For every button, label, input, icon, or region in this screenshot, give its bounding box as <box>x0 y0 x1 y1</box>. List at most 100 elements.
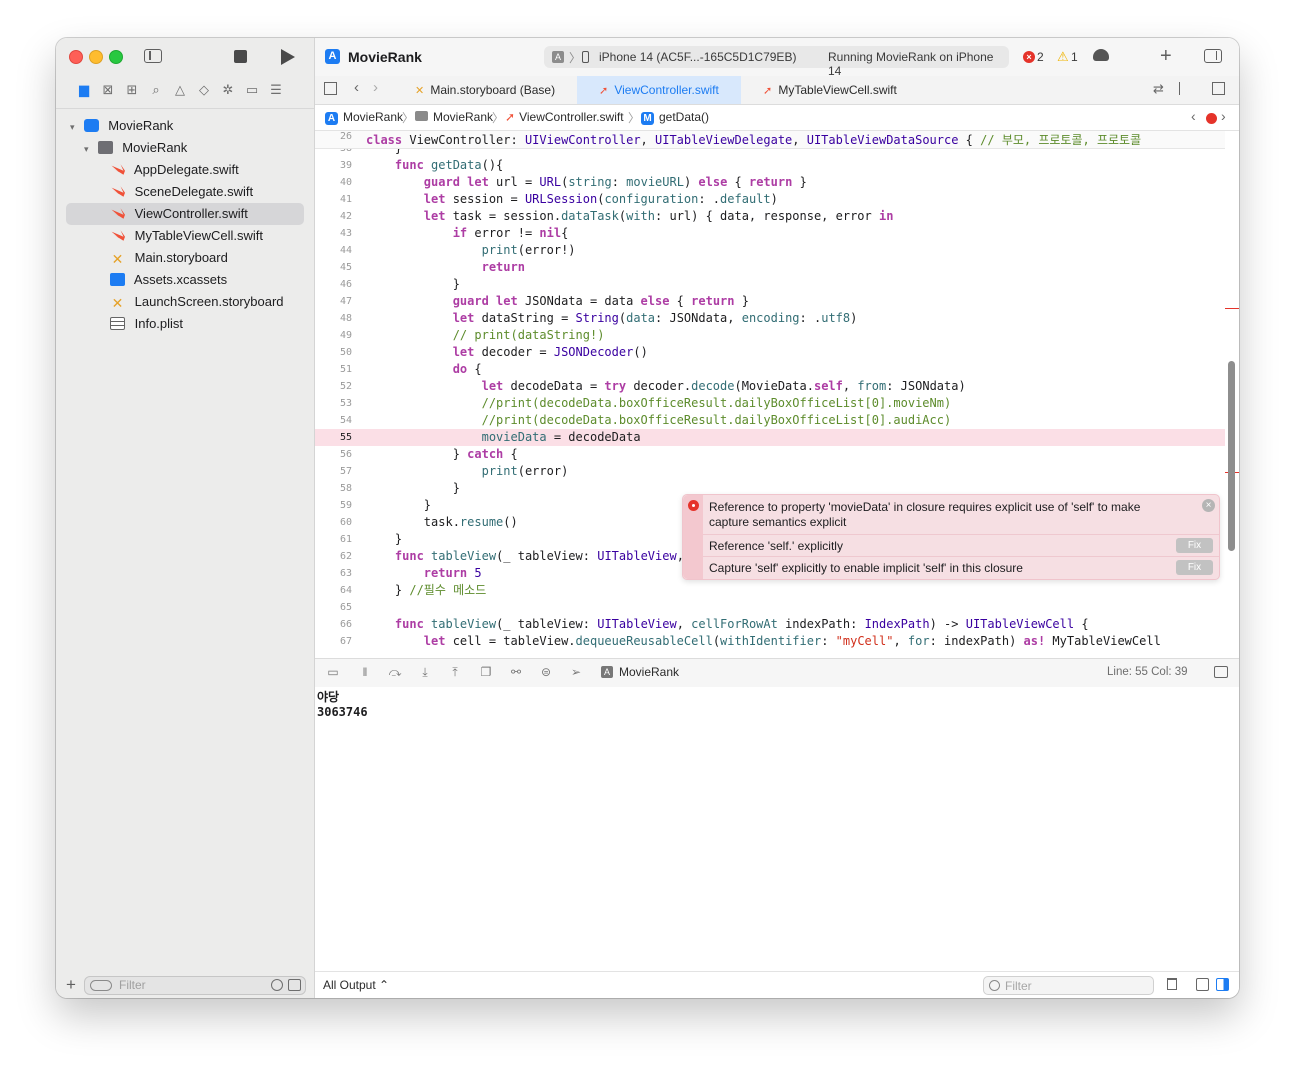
chevron-left-icon[interactable]: ‹ <box>354 79 359 96</box>
warning-count[interactable]: 1 <box>1071 50 1078 64</box>
tab-viewcontroller[interactable]: ➚ ViewController.swift <box>577 76 741 104</box>
code-line[interactable]: 64 } //필수 메소드 <box>315 582 1225 599</box>
pause-icon[interactable]: ‖ <box>358 665 372 679</box>
console-filter-input[interactable]: Filter <box>983 976 1154 995</box>
minimize-window-button[interactable] <box>89 50 103 64</box>
code-line[interactable]: 41 let session = URLSession(configuratio… <box>315 191 1225 208</box>
line-number[interactable]: 56 <box>315 446 352 463</box>
line-number[interactable]: 48 <box>315 310 352 327</box>
trash-icon[interactable] <box>1167 978 1177 990</box>
swap-icon[interactable]: ⇄ <box>1153 81 1164 97</box>
code-line[interactable]: 53 //print(decodeData.boxOfficeResult.da… <box>315 395 1225 412</box>
inspector-toggle-icon[interactable] <box>1204 49 1222 63</box>
find-icon[interactable]: ⌕ <box>148 82 164 98</box>
line-number[interactable]: 55 <box>315 429 352 446</box>
line-number[interactable]: 39 <box>315 157 352 174</box>
line-number[interactable]: 66 <box>315 616 352 633</box>
debug-target[interactable]: MovieRank <box>619 665 679 679</box>
add-editor-icon[interactable] <box>1212 82 1225 95</box>
tree-item-group[interactable]: ▾ MovieRank <box>84 137 187 159</box>
fix-it-row[interactable]: Capture 'self' explicitly to enable impl… <box>703 556 1219 579</box>
sidebar-toggle-icon[interactable] <box>144 49 162 63</box>
run-destination[interactable]: iPhone 14 (AC5F...-165C5D1C79EB) <box>599 50 796 64</box>
recent-files-icon[interactable] <box>271 979 283 991</box>
previous-issue-icon[interactable]: ‹ <box>1191 108 1196 124</box>
cloud-icon[interactable] <box>1093 49 1109 61</box>
run-icon[interactable] <box>281 49 295 65</box>
line-number[interactable]: 40 <box>315 174 352 191</box>
code-line-error[interactable]: 55 movieData = decodeData <box>315 429 1225 446</box>
breadcrumb-symbol[interactable]: MgetData() <box>641 110 709 125</box>
code-line[interactable]: 51 do { <box>315 361 1225 378</box>
code-line[interactable]: 39 func getData(){ <box>315 157 1225 174</box>
tree-item-file[interactable]: ✕ Main.storyboard <box>110 247 228 269</box>
code-line[interactable]: 57 print(error) <box>315 463 1225 480</box>
variables-view-icon[interactable] <box>1196 978 1209 991</box>
line-number[interactable]: 59 <box>315 497 352 514</box>
line-number[interactable]: 53 <box>315 395 352 412</box>
tree-item-file[interactable]: SceneDelegate.swift <box>110 181 253 203</box>
tree-item-file[interactable]: MyTableViewCell.swift <box>110 225 263 247</box>
step-into-icon[interactable]: ⤓ <box>418 665 432 679</box>
chevron-down-icon[interactable]: ▾ <box>84 138 94 160</box>
line-number[interactable]: 50 <box>315 344 352 361</box>
line-number[interactable]: 58 <box>315 480 352 497</box>
chevron-right-icon[interactable]: › <box>373 79 378 96</box>
breakpoint-icon[interactable]: ▭ <box>244 82 260 98</box>
line-number[interactable]: 65 <box>315 599 352 616</box>
line-number[interactable]: 47 <box>315 293 352 310</box>
step-out-icon[interactable]: ⤒ <box>448 665 462 679</box>
breadcrumb-group[interactable]: MovieRank <box>415 110 493 124</box>
line-number[interactable]: 61 <box>315 531 352 548</box>
line-number[interactable]: 45 <box>315 259 352 276</box>
debug-icon[interactable]: ✲ <box>220 82 236 98</box>
tree-item-file[interactable]: Info.plist <box>110 313 183 335</box>
line-number[interactable]: 49 <box>315 327 352 344</box>
tab-main-storyboard[interactable]: ✕ Main.storyboard (Base) <box>413 76 575 104</box>
tree-item-file[interactable]: Assets.xcassets <box>110 269 227 291</box>
source-editor[interactable]: 26 class ViewController: UIViewControlle… <box>315 131 1239 658</box>
code-line[interactable]: 43 if error != nil{ <box>315 225 1225 242</box>
line-number[interactable]: 43 <box>315 225 352 242</box>
tree-item-file[interactable]: AppDelegate.swift <box>110 159 239 181</box>
close-icon[interactable]: × <box>1202 499 1215 512</box>
step-over-icon[interactable]: ⤼ <box>388 665 402 679</box>
zoom-window-button[interactable] <box>109 50 123 64</box>
tree-item-file-selected[interactable]: ViewController.swift <box>66 203 304 225</box>
add-icon[interactable]: + <box>66 975 76 995</box>
code-line[interactable]: 46 } <box>315 276 1225 293</box>
symbol-icon[interactable]: ⊞ <box>124 82 140 98</box>
fix-button[interactable]: Fix <box>1176 538 1213 553</box>
tree-item-file[interactable]: ✕ LaunchScreen.storyboard <box>110 291 284 313</box>
view-debugger-icon[interactable]: ❐ <box>479 665 493 679</box>
tab-mytableviewcell[interactable]: ➚ MyTableViewCell.swift <box>763 76 923 104</box>
code-line[interactable]: 45 return <box>315 259 1225 276</box>
code-line[interactable]: 40 guard let url = URL(string: movieURL)… <box>315 174 1225 191</box>
code-line[interactable]: 42 let task = session.dataTask(with: url… <box>315 208 1225 225</box>
code-line[interactable]: 52 let decodeData = try decoder.decode(M… <box>315 378 1225 395</box>
location-icon[interactable]: ➢ <box>569 665 583 679</box>
navigator-filter-input[interactable]: Filter <box>84 976 306 995</box>
code-line[interactable]: 67 let cell = tableView.dequeueReusableC… <box>315 633 1225 650</box>
console-output[interactable]: 야당 3063746 <box>315 687 1239 971</box>
code-line[interactable]: 48 let dataString = String(data: JSONdat… <box>315 310 1225 327</box>
line-number[interactable]: 60 <box>315 514 352 531</box>
code-line[interactable]: 66 func tableView(_ tableView: UITableVi… <box>315 616 1225 633</box>
line-number[interactable]: 42 <box>315 208 352 225</box>
fix-button[interactable]: Fix <box>1176 560 1213 575</box>
folder-icon[interactable]: ▆ <box>76 82 92 98</box>
line-number[interactable]: 63 <box>315 565 352 582</box>
code-line[interactable]: 50 let decoder = JSONDecoder() <box>315 344 1225 361</box>
code-line[interactable]: 65 <box>315 599 1225 616</box>
code-line[interactable]: 54 //print(decodeData.boxOfficeResult.da… <box>315 412 1225 429</box>
test-icon[interactable]: ◇ <box>196 82 212 98</box>
related-items-icon[interactable] <box>324 82 337 95</box>
issue-icon[interactable]: △ <box>172 82 188 98</box>
line-number[interactable]: 52 <box>315 378 352 395</box>
memory-graph-icon[interactable]: ⚯ <box>509 665 523 679</box>
close-window-button[interactable] <box>69 50 83 64</box>
panel-toggle-icon[interactable] <box>1214 666 1228 678</box>
code-line[interactable]: 47 guard let JSONdata = data else { retu… <box>315 293 1225 310</box>
scheme-selector[interactable]: A 〉 iPhone 14 (AC5F...-165C5D1C79EB) Run… <box>544 46 1009 78</box>
hide-debug-area-icon[interactable]: ▭ <box>326 665 340 679</box>
